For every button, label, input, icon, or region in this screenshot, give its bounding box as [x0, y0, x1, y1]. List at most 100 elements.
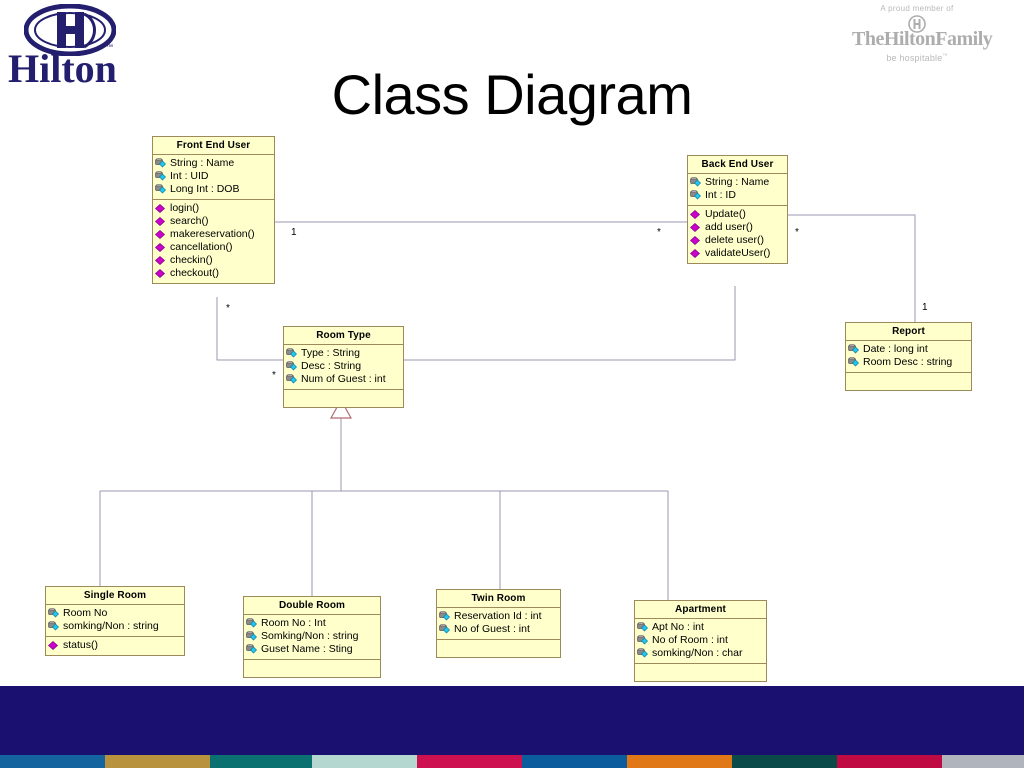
attribute-icon [439, 611, 452, 622]
attribute-label: String : Name [705, 176, 770, 188]
operation-icon [155, 242, 168, 253]
attribute-label: Num of Guest : int [301, 373, 386, 385]
attribute-label: Int : ID [705, 189, 736, 201]
attributes-double-room: Room No : Int Somking/Non : string Guset… [244, 615, 380, 660]
operation-icon [155, 255, 168, 266]
multiplicity-front-end-user: 1 [291, 227, 297, 238]
attribute-label: Somking/Non : string [261, 630, 359, 642]
multiplicity-back-end-user-right: * [795, 227, 799, 238]
attribute-label: somking/Non : char [652, 647, 743, 659]
attributes-report: Date : long int Room Desc : string [846, 341, 971, 373]
attribute-icon [690, 190, 703, 201]
footer-swatch-7 [732, 755, 837, 768]
operation-row: search() [155, 215, 272, 228]
footer-swatch-0 [0, 755, 105, 768]
multiplicity-room-type: * [272, 370, 276, 381]
operation-row: validateUser() [690, 247, 785, 260]
operation-icon [690, 235, 703, 246]
attribute-label: Room Desc : string [863, 356, 953, 368]
operation-icon [155, 203, 168, 214]
operations-back-end-user: Update() add user() delete user() valida… [688, 206, 787, 263]
operation-label: delete user() [705, 234, 764, 246]
operation-label: add user() [705, 221, 753, 233]
attribute-label: Room No : Int [261, 617, 326, 629]
attributes-apartment: Apt No : int No of Room : int somking/No… [635, 619, 766, 664]
footer-swatch-5 [522, 755, 627, 768]
operation-icon [155, 229, 168, 240]
operations-double-room [244, 660, 380, 677]
attribute-icon [246, 631, 259, 642]
operation-icon [690, 222, 703, 233]
operation-label: validateUser() [705, 247, 771, 259]
operation-label: Update() [705, 208, 746, 220]
multiplicity-report: 1 [922, 302, 928, 313]
class-name-apartment: Apartment [635, 601, 766, 619]
class-name-room-type: Room Type [284, 327, 403, 345]
attribute-row: Int : ID [690, 189, 785, 202]
attribute-icon [439, 624, 452, 635]
attribute-row: No of Room : int [637, 634, 764, 647]
attribute-label: Apt No : int [652, 621, 704, 633]
operation-icon [48, 640, 61, 651]
multiplicity-front-end-user-room-type: * [226, 303, 230, 314]
attribute-row: somking/Non : char [637, 647, 764, 660]
class-room-type[interactable]: Room Type Type : String Desc : String Nu… [283, 326, 404, 408]
footer-swatch-6 [627, 755, 732, 768]
attribute-icon [286, 348, 299, 359]
footer-swatch-2 [210, 755, 312, 768]
footer-swatch-8 [837, 755, 942, 768]
attribute-label: No of Guest : int [454, 623, 530, 635]
attribute-icon [246, 618, 259, 629]
attribute-icon [848, 357, 861, 368]
attributes-room-type: Type : String Desc : String Num of Guest… [284, 345, 403, 390]
class-front-end-user[interactable]: Front End User String : Name Int : UID L… [152, 136, 275, 284]
operations-front-end-user: login() search() makereservation() cance… [153, 200, 274, 283]
attribute-row: somking/Non : string [48, 620, 182, 633]
slide-canvas: ™ Hilton A proud member of TheHiltonFami… [0, 0, 1024, 768]
operation-row: Update() [690, 208, 785, 221]
class-twin-room[interactable]: Twin Room Reservation Id : int No of Gue… [436, 589, 561, 658]
attribute-row: Guset Name : Sting [246, 643, 378, 656]
attribute-icon [848, 344, 861, 355]
attribute-label: Reservation Id : int [454, 610, 542, 622]
attributes-back-end-user: String : Name Int : ID [688, 174, 787, 206]
footer-swatch-1 [105, 755, 210, 768]
class-diagram: 1 * * 1 * * Front End User String : Name… [0, 0, 1024, 686]
attribute-icon [155, 171, 168, 182]
class-report[interactable]: Report Date : long int Room Desc : strin… [845, 322, 972, 391]
class-name-double-room: Double Room [244, 597, 380, 615]
operation-label: checkin() [170, 254, 213, 266]
class-apartment[interactable]: Apartment Apt No : int No of Room : int … [634, 600, 767, 682]
attribute-label: Guset Name : Sting [261, 643, 353, 655]
attributes-single-room: Room No somking/Non : string [46, 605, 184, 637]
attribute-row: String : Name [690, 176, 785, 189]
class-double-room[interactable]: Double Room Room No : Int Somking/Non : … [243, 596, 381, 678]
multiplicity-back-end-user-left: * [657, 227, 661, 238]
attribute-row: Apt No : int [637, 621, 764, 634]
class-back-end-user[interactable]: Back End User String : Name Int : ID Upd… [687, 155, 788, 264]
attribute-icon [155, 184, 168, 195]
attribute-row: Room No : Int [246, 617, 378, 630]
attribute-row: Date : long int [848, 343, 969, 356]
operation-row: add user() [690, 221, 785, 234]
attributes-twin-room: Reservation Id : int No of Guest : int [437, 608, 560, 640]
operation-row: login() [155, 202, 272, 215]
operation-row: checkin() [155, 254, 272, 267]
footer-swatch-4 [417, 755, 522, 768]
operations-room-type [284, 390, 403, 407]
operations-twin-room [437, 640, 560, 657]
operation-icon [690, 248, 703, 259]
attribute-icon [690, 177, 703, 188]
attribute-icon [637, 648, 650, 659]
footer-swatch-3 [312, 755, 417, 768]
operation-row: makereservation() [155, 228, 272, 241]
class-single-room[interactable]: Single Room Room No somking/Non : string… [45, 586, 185, 656]
attribute-row: Int : UID [155, 170, 272, 183]
class-name-single-room: Single Room [46, 587, 184, 605]
operations-single-room: status() [46, 637, 184, 655]
attribute-icon [286, 374, 299, 385]
operation-row: cancellation() [155, 241, 272, 254]
attribute-label: No of Room : int [652, 634, 728, 646]
edge-beu-report [788, 214, 916, 322]
attribute-icon [48, 608, 61, 619]
